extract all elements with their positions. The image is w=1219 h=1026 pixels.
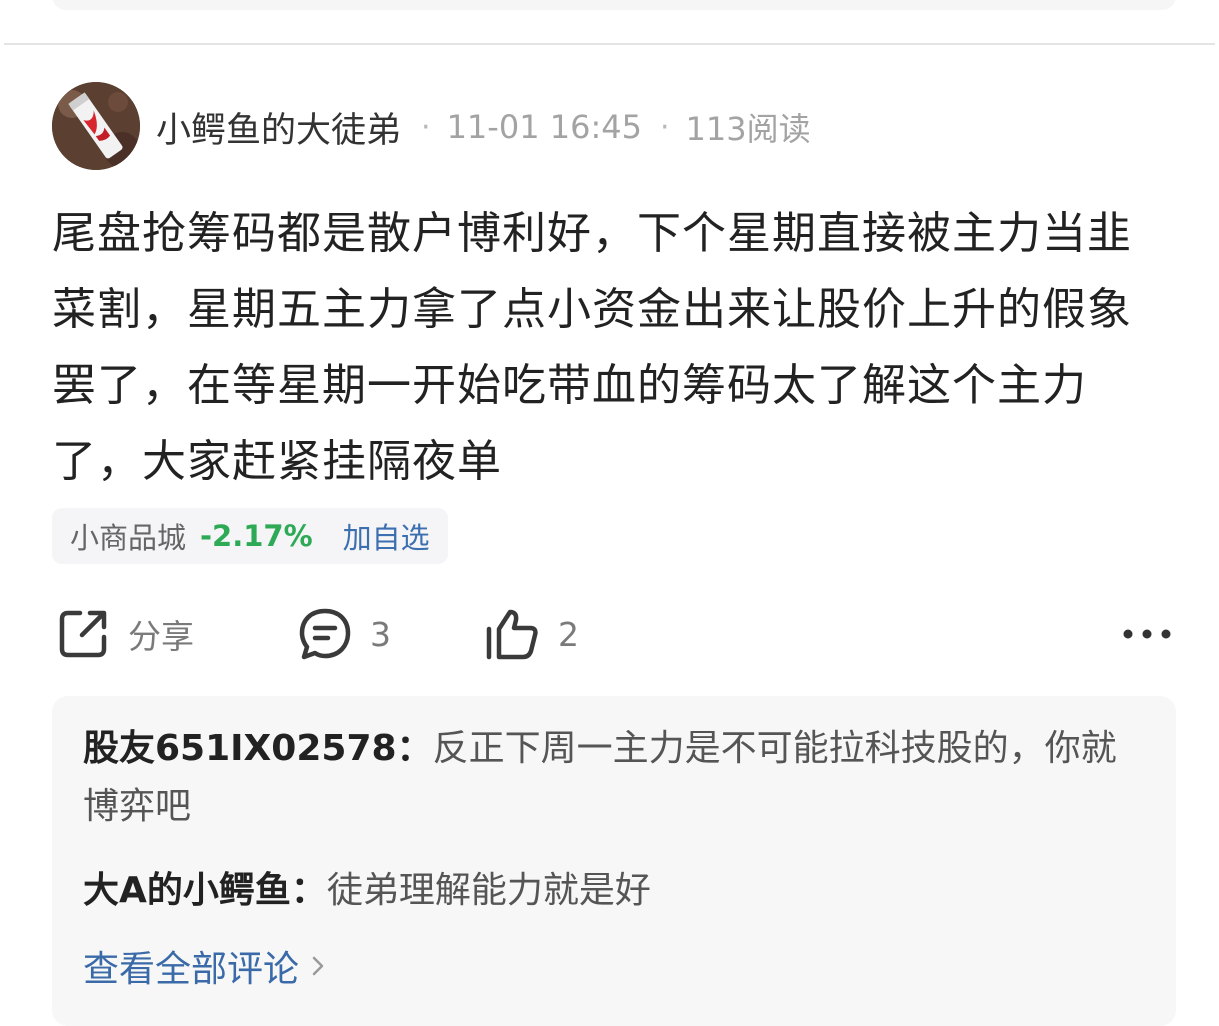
like-count: 2 xyxy=(558,614,579,654)
view-all-label: 查看全部评论 xyxy=(83,949,300,990)
comment-item[interactable]: 股友651IX02578：反正下周一主力是不可能拉科技股的，你就博弈吧 xyxy=(83,720,1143,836)
post-content[interactable]: 尾盘抢筹码都是散户博利好，下个星期直接被主力当韭菜割，星期五主力拿了点小资金出来… xyxy=(52,196,1172,500)
view-all-comments-link[interactable]: 查看全部评论 xyxy=(83,940,325,992)
comment-author[interactable]: 大A的小鳄鱼 xyxy=(83,870,291,911)
author-avatar[interactable] xyxy=(52,82,140,170)
comment-preview-panel: 股友651IX02578：反正下周一主力是不可能拉科技股的，你就博弈吧 大A的小… xyxy=(52,696,1176,1026)
stock-name[interactable]: 小商品城 xyxy=(70,515,186,557)
post-time: 11-01 16:45 xyxy=(446,108,642,146)
comment-author[interactable]: 股友651IX02578 xyxy=(83,728,397,769)
comment-colon: ： xyxy=(290,870,327,911)
avatar-image xyxy=(52,82,140,170)
post-divider xyxy=(4,43,1215,45)
comment-item[interactable]: 大A的小鳄鱼：徒弟理解能力就是好 xyxy=(83,862,1143,920)
stock-tag[interactable]: 小商品城 -2.17% 加自选 xyxy=(52,508,448,564)
more-dots-icon[interactable] xyxy=(1122,620,1172,648)
comment-text: 徒弟理解能力就是好 xyxy=(326,870,651,911)
comment-colon: ： xyxy=(396,728,433,769)
previous-post-card xyxy=(52,0,1176,10)
comment-count: 3 xyxy=(370,614,391,654)
like-button[interactable]: 2 xyxy=(484,604,579,664)
author-name[interactable]: 小鳄鱼的大徒弟 xyxy=(156,102,401,153)
chevron-right-icon xyxy=(312,956,324,976)
post-meta: 小鳄鱼的大徒弟 · 11-01 16:45 · 113阅读 xyxy=(156,102,811,153)
share-icon xyxy=(59,610,107,658)
add-watchlist-button[interactable]: 加自选 xyxy=(343,515,430,557)
share-button[interactable]: 分享 xyxy=(56,604,194,664)
meta-separator: · xyxy=(659,109,670,145)
comment-button[interactable]: 3 xyxy=(298,604,391,664)
thumbs-up-icon xyxy=(486,609,538,660)
stock-change: -2.17% xyxy=(200,519,313,553)
share-label: 分享 xyxy=(128,617,194,656)
read-count: 113阅读 xyxy=(685,110,811,148)
meta-separator: · xyxy=(421,109,431,145)
comment-icon xyxy=(299,608,351,660)
